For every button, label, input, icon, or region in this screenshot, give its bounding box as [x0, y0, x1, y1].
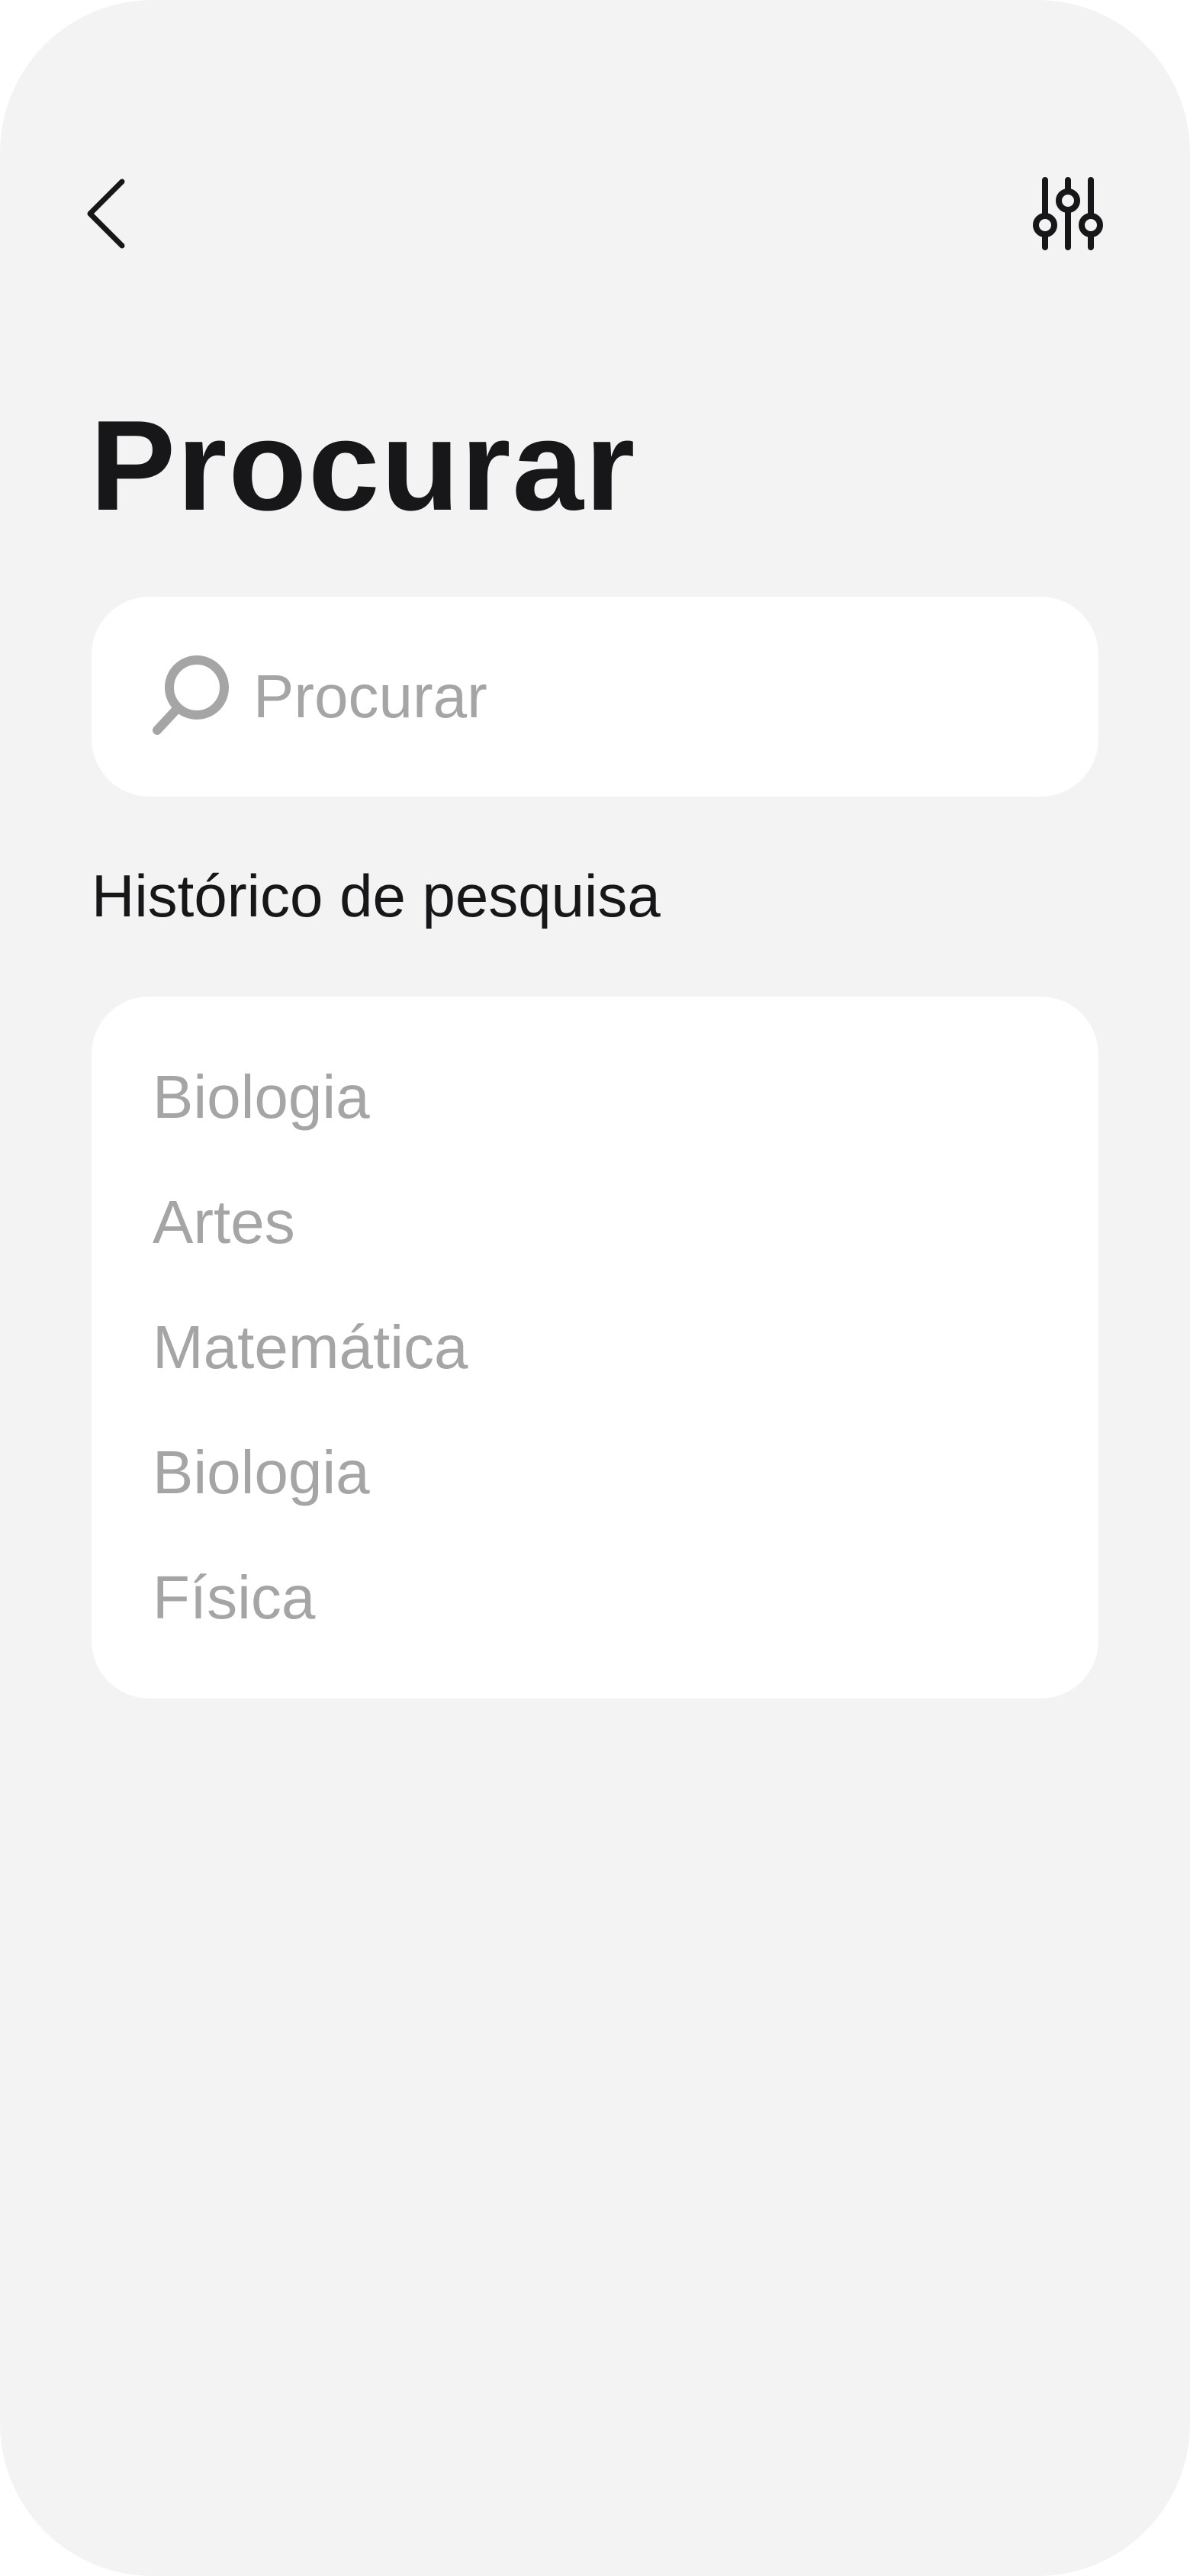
history-item[interactable]: Física	[153, 1557, 1098, 1682]
sliders-icon	[1033, 177, 1103, 250]
back-button[interactable]	[76, 168, 137, 259]
history-item[interactable]: Biologia	[153, 1431, 1098, 1557]
search-icon	[143, 649, 240, 745]
history-item[interactable]: Biologia	[153, 1056, 1098, 1181]
search-history-heading: Histórico de pesquisa	[92, 862, 661, 929]
filter-button[interactable]	[1022, 168, 1114, 259]
search-field[interactable]	[92, 597, 1098, 797]
chevron-left-icon	[87, 179, 125, 249]
search-input[interactable]	[252, 661, 1018, 733]
history-item[interactable]: Matemática	[153, 1306, 1098, 1431]
search-history-list: Biologia Artes Matemática Biologia Físic…	[92, 997, 1098, 1699]
history-item[interactable]: Artes	[153, 1181, 1098, 1306]
search-screen: Procurar Histórico de pesquisa Biologia …	[0, 0, 1190, 2576]
page-title: Procurar	[90, 394, 637, 537]
